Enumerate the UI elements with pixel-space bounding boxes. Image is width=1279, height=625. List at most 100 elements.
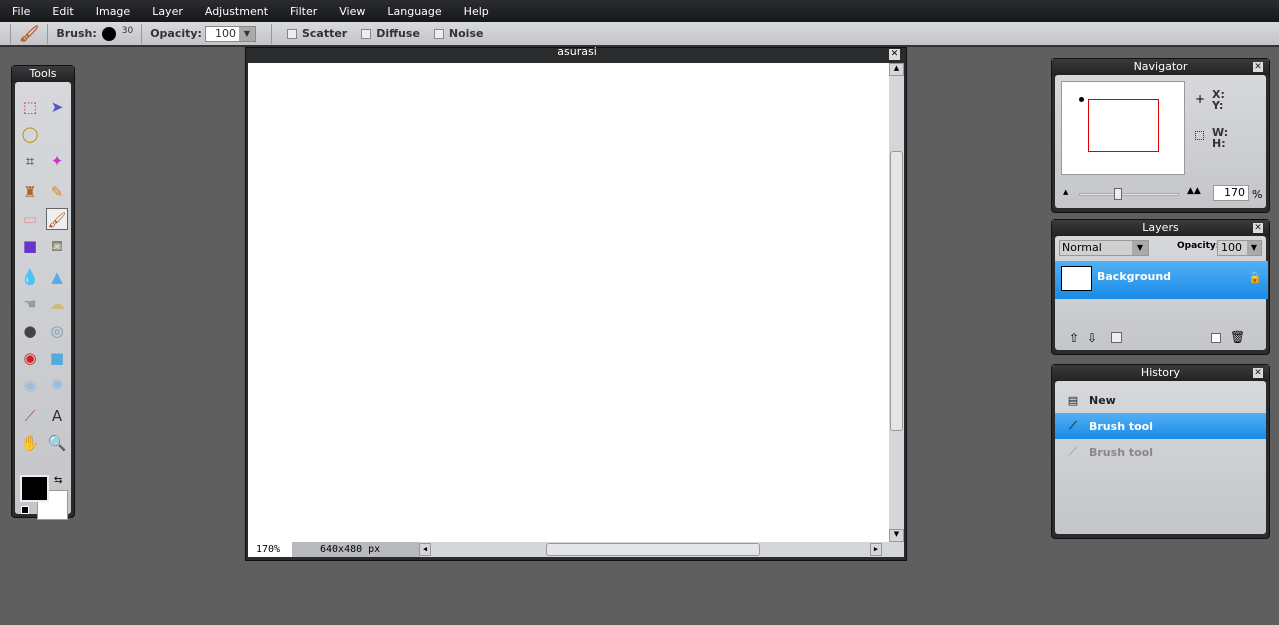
bloat-tool-icon[interactable]: ◉ bbox=[19, 374, 41, 396]
layer-thumbnail bbox=[1061, 266, 1092, 291]
menu-edit[interactable]: Edit bbox=[52, 5, 73, 18]
sharpen-tool-icon[interactable]: ▲ bbox=[46, 266, 68, 288]
lasso-tool-icon[interactable]: ◯ bbox=[19, 123, 41, 145]
vertical-scrollbar[interactable]: ▲ ▼ bbox=[889, 63, 904, 542]
close-icon[interactable]: ✕ bbox=[1253, 368, 1263, 378]
crop-tool-icon[interactable]: ⌗ bbox=[19, 150, 41, 172]
noise-checkbox[interactable]: Noise bbox=[433, 27, 484, 40]
viewport-rectangle[interactable] bbox=[1088, 99, 1159, 152]
hand-tool-icon[interactable]: ✋ bbox=[19, 432, 41, 454]
close-icon[interactable]: ✕ bbox=[1253, 223, 1263, 233]
scroll-up-icon[interactable]: ▲ bbox=[889, 63, 904, 76]
layers-title: Layers bbox=[1142, 221, 1179, 234]
navigator-panel: Navigator ✕ + X: Y: W: H: ▲ ▲▲ 170 % bbox=[1051, 58, 1270, 213]
color-picker-tool-icon[interactable]: ⟋ bbox=[19, 405, 41, 427]
history-item[interactable]: ▤ New bbox=[1055, 387, 1266, 413]
history-label: New bbox=[1089, 393, 1116, 407]
layer-opacity-input[interactable]: 100 ▼ bbox=[1217, 240, 1262, 256]
zoom-input[interactable]: 170 bbox=[1213, 185, 1249, 201]
marquee-tool-icon[interactable]: ⬚ bbox=[19, 96, 41, 118]
burn-tool-icon[interactable]: ● bbox=[19, 320, 41, 342]
brush-tool-icon[interactable]: 🖌 bbox=[46, 208, 68, 230]
brush-icon: ⟋ bbox=[1069, 419, 1077, 432]
paint-bucket-tool-icon[interactable]: ⛾ bbox=[46, 235, 68, 257]
layer-row[interactable]: Background 🔒 bbox=[1055, 261, 1268, 299]
layer-styles-icon[interactable] bbox=[1111, 332, 1122, 343]
swap-colors-icon[interactable]: ⇆ bbox=[54, 475, 62, 486]
brush-tool-icon: 🖌 bbox=[19, 24, 40, 43]
new-layer-icon[interactable] bbox=[1211, 333, 1221, 343]
opacity-value: 100 bbox=[214, 26, 236, 40]
vertical-scroll-thumb[interactable] bbox=[890, 151, 903, 431]
h-label: H: bbox=[1212, 137, 1226, 150]
blur-tool-icon[interactable]: 💧 bbox=[19, 266, 41, 288]
tools-panel: Tools ⇆ ⬚ ➤ ◯ ⌗ ✦ ♜ ✎ ▭ 🖌 ■ ⛾ 💧 ▲ ☚ ☁ ● ◎ ◉ ■ ◉ ✺ ⟋ A ✋ 🔍 bbox=[11, 65, 75, 520]
gradient-tool-icon[interactable]: ■ bbox=[19, 235, 41, 257]
dropdown-arrow-icon[interactable]: ▼ bbox=[238, 26, 255, 41]
scatter-checkbox[interactable]: Scatter bbox=[286, 27, 348, 40]
menu-help[interactable]: Help bbox=[464, 5, 489, 18]
scroll-right-icon[interactable]: ▶ bbox=[870, 543, 882, 556]
menu-view[interactable]: View bbox=[339, 5, 365, 18]
image-size: 640x480 px bbox=[292, 542, 419, 557]
brush-dot-mark bbox=[1079, 97, 1084, 102]
scroll-left-icon[interactable]: ◀ bbox=[419, 543, 431, 556]
horizontal-scroll-thumb[interactable] bbox=[546, 543, 760, 556]
brush-size: 30 bbox=[121, 25, 134, 36]
close-icon[interactable]: ✕ bbox=[1253, 62, 1263, 72]
divider bbox=[47, 23, 49, 44]
move-layer-down-icon[interactable]: ⇩ bbox=[1087, 331, 1097, 345]
move-tool-icon[interactable]: ➤ bbox=[46, 96, 68, 118]
brush-preset-picker[interactable]: 30 bbox=[101, 25, 134, 41]
zoom-slider[interactable] bbox=[1079, 188, 1179, 200]
sponge-tool-icon[interactable]: ☁ bbox=[46, 293, 68, 315]
menu-bar: File Edit Image Layer Adjustment Filter … bbox=[0, 0, 1279, 22]
spot-heal-tool-icon[interactable]: ■ bbox=[46, 347, 68, 369]
brush-icon: ⟋ bbox=[1069, 445, 1077, 458]
history-item-selected[interactable]: ⟋ Brush tool bbox=[1055, 413, 1266, 439]
menu-image[interactable]: Image bbox=[96, 5, 130, 18]
checkbox-icon bbox=[361, 28, 372, 39]
divider bbox=[10, 23, 11, 44]
diffuse-checkbox[interactable]: Diffuse bbox=[361, 27, 420, 40]
selection-size-icon bbox=[1195, 131, 1204, 140]
navigator-title: Navigator bbox=[1133, 60, 1188, 73]
zoom-out-icon[interactable]: ▲ bbox=[1063, 188, 1068, 196]
close-document-icon[interactable]: ✕ bbox=[889, 49, 900, 60]
history-label: Brush tool bbox=[1089, 419, 1153, 433]
opacity-label: Opacity: bbox=[150, 27, 202, 40]
noise-label: Noise bbox=[448, 27, 484, 40]
pencil-tool-icon[interactable]: ✎ bbox=[46, 181, 68, 203]
magic-wand-tool-icon[interactable]: ✦ bbox=[46, 150, 68, 172]
move-layer-up-icon[interactable]: ⇧ bbox=[1069, 331, 1079, 345]
blend-mode-select[interactable]: Normal ▼ bbox=[1059, 240, 1149, 256]
menu-language[interactable]: Language bbox=[387, 5, 441, 18]
zoom-tool-icon[interactable]: 🔍 bbox=[46, 432, 68, 454]
navigator-preview[interactable] bbox=[1061, 81, 1185, 175]
menu-filter[interactable]: Filter bbox=[290, 5, 317, 18]
menu-file[interactable]: File bbox=[12, 5, 30, 18]
zoom-in-icon[interactable]: ▲▲ bbox=[1187, 186, 1201, 196]
clone-stamp-tool-icon[interactable]: ♜ bbox=[19, 181, 41, 203]
text-tool-icon[interactable]: A bbox=[46, 405, 68, 427]
history-item-undone[interactable]: ⟋ Brush tool bbox=[1055, 439, 1266, 465]
opacity-input[interactable]: 100 ▼ bbox=[204, 25, 256, 42]
pinch-tool-icon[interactable]: ✺ bbox=[46, 374, 68, 396]
scroll-down-icon[interactable]: ▼ bbox=[889, 529, 904, 542]
red-eye-tool-icon[interactable]: ◉ bbox=[19, 347, 41, 369]
menu-layer[interactable]: Layer bbox=[152, 5, 183, 18]
canvas[interactable] bbox=[248, 63, 889, 542]
lock-icon[interactable]: 🔒 bbox=[1248, 271, 1262, 284]
menu-adjustment[interactable]: Adjustment bbox=[205, 5, 268, 18]
scatter-label: Scatter bbox=[301, 27, 348, 40]
layer-name: Background bbox=[1097, 270, 1172, 283]
dropdown-arrow-icon[interactable]: ▼ bbox=[1247, 241, 1261, 255]
tools-body: ⇆ ⬚ ➤ ◯ ⌗ ✦ ♜ ✎ ▭ 🖌 ■ ⛾ 💧 ▲ ☚ ☁ ● ◎ ◉ ■ ◉ ✺ ⟋ A ✋ 🔍 bbox=[15, 82, 71, 520]
smudge-tool-icon[interactable]: ☚ bbox=[19, 293, 41, 315]
reset-colors-icon[interactable] bbox=[21, 506, 29, 514]
zoom-slider-thumb[interactable] bbox=[1114, 188, 1123, 200]
dodge-tool-icon[interactable]: ◎ bbox=[46, 320, 68, 342]
eraser-tool-icon[interactable]: ▭ bbox=[19, 208, 41, 230]
primary-color-swatch[interactable] bbox=[20, 475, 49, 502]
delete-layer-icon[interactable]: 🗑 bbox=[1230, 330, 1245, 344]
